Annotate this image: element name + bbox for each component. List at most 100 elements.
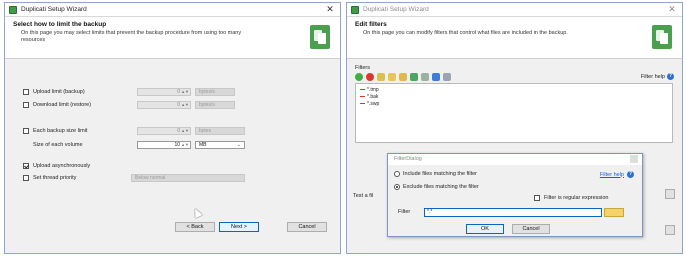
filter-item-text: *.swp bbox=[367, 100, 380, 107]
add-folder-filter-icon[interactable] bbox=[388, 73, 396, 81]
filter-input[interactable]: *.* bbox=[424, 208, 602, 217]
exclude-icon bbox=[360, 95, 365, 98]
dialog-title: FilterDialog bbox=[388, 154, 642, 165]
filter-dialog: FilterDialog Include files matching the … bbox=[387, 153, 643, 237]
volume-size-unit-select[interactable]: MB ⌄ bbox=[195, 141, 245, 149]
window-title: Duplicati Setup Wizard bbox=[21, 6, 87, 13]
upload-async-label: Upload asynchronously bbox=[33, 163, 91, 169]
close-icon[interactable]: ✕ bbox=[666, 4, 678, 15]
chevron-down-icon: ⌄ bbox=[236, 142, 241, 148]
backup-size-unit-select[interactable]: bytes bbox=[195, 127, 245, 135]
edit-filter-icon[interactable] bbox=[377, 73, 385, 81]
exclude-option[interactable]: Exclude files matching the filter bbox=[394, 184, 479, 190]
move-top-icon[interactable] bbox=[432, 73, 440, 81]
download-limit-value: 0 bbox=[177, 102, 180, 108]
wizard-page-icon bbox=[310, 25, 330, 49]
help-icon: ? bbox=[667, 73, 674, 80]
limits-wizard-window: Duplicati Setup Wizard ✕ Select how to l… bbox=[4, 2, 341, 254]
spinner-arrows-icon: ▲▼ bbox=[181, 89, 189, 94]
dialog-close-icon[interactable] bbox=[630, 155, 638, 163]
backup-size-unit-value: bytes bbox=[199, 128, 211, 134]
upload-limit-unit-select[interactable]: bytes/s bbox=[195, 88, 235, 96]
upload-limit-value: 0 bbox=[177, 89, 180, 95]
thread-priority-row: Set thread priority bbox=[23, 175, 76, 181]
wizard-body: Upload limit (backup) 0 ▲▼ bytes/s Downlo… bbox=[5, 59, 340, 239]
test-filter-button[interactable] bbox=[665, 189, 675, 199]
move-down-icon[interactable] bbox=[421, 73, 429, 81]
window-title: Duplicati Setup Wizard bbox=[363, 6, 429, 13]
add-filter-icon[interactable] bbox=[355, 73, 363, 81]
filter-item-text: *.bak bbox=[367, 93, 379, 100]
browse-folder-icon[interactable] bbox=[604, 208, 624, 217]
ok-button[interactable]: OK bbox=[466, 224, 504, 234]
thread-priority-select[interactable]: Below normal bbox=[131, 174, 245, 182]
filter-help-label: Filter help bbox=[640, 73, 665, 80]
volume-size-value: 10 bbox=[174, 142, 180, 148]
download-limit-checkbox[interactable] bbox=[23, 102, 29, 108]
filter-list[interactable]: *.tmp *.bak *.swp bbox=[355, 83, 673, 143]
back-button[interactable]: < Back bbox=[175, 222, 215, 232]
backup-size-limit-checkbox[interactable] bbox=[23, 128, 29, 134]
upload-async-row: Upload asynchronously bbox=[23, 163, 90, 169]
dialog-help-link[interactable]: Filter help ? bbox=[600, 171, 634, 178]
download-limit-row: Download limit (restore) bbox=[23, 102, 91, 108]
wizard-page-icon bbox=[652, 25, 672, 49]
filter-field-label: Filter bbox=[398, 209, 411, 215]
exclude-radio[interactable] bbox=[394, 184, 400, 190]
cancel-button-edge[interactable] bbox=[665, 225, 675, 235]
download-limit-spinner[interactable]: 0 ▲▼ bbox=[137, 101, 191, 109]
close-icon[interactable]: ✕ bbox=[324, 4, 336, 15]
exclude-icon bbox=[360, 88, 365, 91]
header-title: Edit filters bbox=[355, 21, 387, 28]
title-bar: Duplicati Setup Wizard ✕ bbox=[5, 3, 340, 17]
spinner-arrows-icon: ▲▼ bbox=[181, 102, 189, 107]
thread-priority-label: Set thread priority bbox=[33, 175, 77, 181]
duplicati-app-icon bbox=[351, 5, 359, 14]
spinner-arrows-icon: ▲▼ bbox=[181, 142, 189, 147]
upload-limit-row: Upload limit (backup) bbox=[23, 89, 85, 95]
dialog-cancel-button[interactable]: Cancel bbox=[512, 224, 550, 234]
regex-checkbox[interactable] bbox=[534, 195, 540, 201]
include-radio[interactable] bbox=[394, 171, 400, 177]
filters-wizard-window: Duplicati Setup Wizard ✕ Edit filters On… bbox=[346, 2, 683, 254]
duplicati-app-icon bbox=[9, 5, 17, 14]
filter-item[interactable]: *.swp bbox=[360, 100, 668, 107]
header-description: On this page you can modify filters that… bbox=[363, 30, 568, 36]
backup-size-limit-value: 0 bbox=[177, 128, 180, 134]
download-unit-value: bytes/s bbox=[199, 102, 215, 108]
regex-label: Filter is regular expression bbox=[544, 195, 609, 201]
wizard-header: Select how to limit the backup On this p… bbox=[5, 17, 340, 59]
spinner-arrows-icon: ▲▼ bbox=[181, 128, 189, 133]
volume-size-label: Size of each volume bbox=[33, 142, 83, 148]
move-bottom-icon[interactable] bbox=[443, 73, 451, 81]
cancel-button[interactable]: Cancel bbox=[287, 222, 327, 232]
title-bar: Duplicati Setup Wizard ✕ bbox=[347, 3, 682, 17]
add-file-filter-icon[interactable] bbox=[399, 73, 407, 81]
regex-option[interactable]: Filter is regular expression bbox=[534, 195, 609, 201]
filter-item[interactable]: *.tmp bbox=[360, 86, 668, 93]
filter-item[interactable]: *.bak bbox=[360, 93, 668, 100]
upload-async-checkbox[interactable] bbox=[23, 163, 29, 169]
filter-help-link[interactable]: Filter help ? bbox=[641, 73, 674, 80]
backup-size-limit-row: Each backup size limit bbox=[23, 128, 87, 134]
download-limit-unit-select[interactable]: bytes/s bbox=[195, 101, 235, 109]
move-up-icon[interactable] bbox=[410, 73, 418, 81]
thread-priority-checkbox[interactable] bbox=[23, 175, 29, 181]
download-limit-label: Download limit (restore) bbox=[33, 102, 92, 108]
volume-size-spinner[interactable]: 10 ▲▼ bbox=[137, 141, 191, 149]
test-filter-label: Test a fil bbox=[353, 193, 374, 199]
header-description: On this page you may select limits that … bbox=[21, 30, 242, 43]
help-icon: ? bbox=[627, 171, 634, 178]
backup-size-limit-spinner[interactable]: 0 ▲▼ bbox=[137, 127, 191, 135]
upload-limit-spinner[interactable]: 0 ▲▼ bbox=[137, 88, 191, 96]
remove-filter-icon[interactable] bbox=[366, 73, 374, 81]
header-title: Select how to limit the backup bbox=[13, 21, 107, 28]
filter-item-text: *.tmp bbox=[367, 86, 379, 93]
next-button[interactable]: Next > bbox=[219, 222, 259, 232]
include-option[interactable]: Include files matching the filter bbox=[394, 171, 477, 177]
backup-size-limit-label: Each backup size limit bbox=[33, 128, 88, 134]
mouse-cursor-icon bbox=[191, 206, 203, 219]
exclude-icon bbox=[360, 102, 365, 105]
upload-limit-checkbox[interactable] bbox=[23, 89, 29, 95]
upload-unit-value: bytes/s bbox=[199, 89, 215, 95]
